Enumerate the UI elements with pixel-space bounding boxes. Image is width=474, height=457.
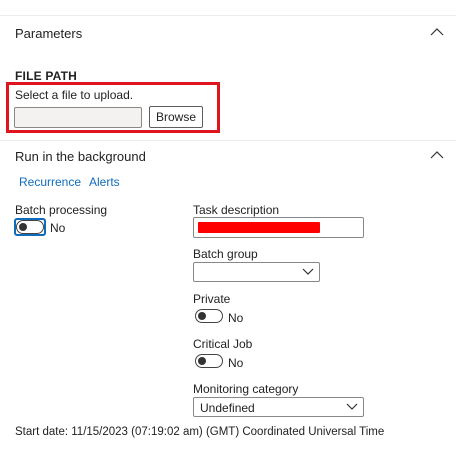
chevron-up-icon[interactable]	[430, 150, 444, 160]
file-path-heading: FILE PATH	[15, 69, 78, 83]
toggle-knob	[198, 312, 206, 320]
top-divider	[0, 15, 456, 16]
monitoring-category-value: Undefined	[200, 401, 255, 415]
parameters-title: Parameters	[15, 26, 83, 41]
monitoring-category-select[interactable]: Undefined	[193, 397, 364, 417]
critical-job-toggle[interactable]	[195, 354, 223, 368]
batch-group-select[interactable]	[193, 262, 320, 282]
batch-processing-toggle[interactable]	[16, 220, 44, 234]
file-upload-instruction: Select a file to upload.	[15, 88, 134, 102]
batch-processing-state: No	[50, 221, 66, 235]
toggle-knob	[19, 223, 27, 231]
tab-alerts[interactable]: Alerts	[89, 175, 120, 189]
monitoring-category-label: Monitoring category	[193, 382, 299, 396]
chevron-down-icon	[346, 403, 358, 410]
browse-button[interactable]: Browse	[149, 106, 203, 128]
batch-group-label: Batch group	[193, 247, 258, 261]
section-divider	[0, 140, 456, 141]
critical-job-state: No	[228, 356, 244, 370]
chevron-up-icon[interactable]	[430, 27, 444, 37]
private-toggle[interactable]	[195, 309, 223, 323]
redaction-bar	[198, 222, 320, 233]
private-label: Private	[193, 292, 231, 306]
tab-recurrence[interactable]: Recurrence	[19, 175, 81, 189]
task-description-label: Task description	[193, 203, 280, 217]
start-date-text: Start date: 11/15/2023 (07:19:02 am) (GM…	[15, 426, 385, 438]
chevron-down-icon	[302, 268, 314, 275]
private-state: No	[228, 311, 244, 325]
critical-job-label: Critical Job	[193, 337, 253, 351]
file-path-input[interactable]	[14, 107, 142, 128]
task-description-input[interactable]	[193, 217, 364, 238]
toggle-knob	[198, 357, 206, 365]
background-title: Run in the background	[15, 149, 146, 164]
batch-processing-label: Batch processing	[15, 203, 108, 217]
